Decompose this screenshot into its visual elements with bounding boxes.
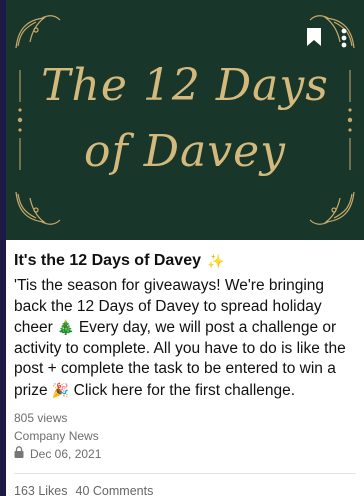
banner-title-line2: of Davey (83, 126, 287, 177)
banner-title-line1: The 12 Days (41, 60, 329, 111)
comments-count[interactable]: 40 Comments (76, 484, 154, 496)
post-date: Dec 06, 2021 (30, 447, 102, 461)
post-title-text: It's the 12 Days of Davey (14, 252, 201, 269)
christmas-tree-icon: 🎄 (57, 319, 75, 335)
view-count: 805 views (14, 411, 68, 425)
party-popper-icon: 🎉 (51, 381, 70, 398)
post-date-row: Dec 06, 2021 (14, 445, 356, 463)
post-title[interactable]: It's the 12 Days of Davey ✨ (14, 252, 356, 270)
post-body[interactable]: 'Tis the season for giveaways! We're bri… (14, 276, 356, 401)
post-meta: 805 views Company News Dec 06, 2021 (14, 409, 356, 463)
lock-icon (14, 445, 24, 463)
post-body-part3: Click here for the first challenge. (73, 381, 296, 399)
post-content: It's the 12 Days of Davey ✨ 'Tis the sea… (6, 240, 364, 474)
post-banner-image[interactable]: The 12 Days of Davey (6, 0, 364, 240)
sparkles-icon: ✨ (207, 252, 225, 269)
post-category: Company News (14, 429, 99, 443)
post-stats: 163 Likes 40 Comments (6, 474, 364, 496)
post-card[interactable]: The 12 Days of Davey It's the 12 Days of… (6, 0, 364, 496)
likes-count[interactable]: 163 Likes (14, 484, 68, 496)
